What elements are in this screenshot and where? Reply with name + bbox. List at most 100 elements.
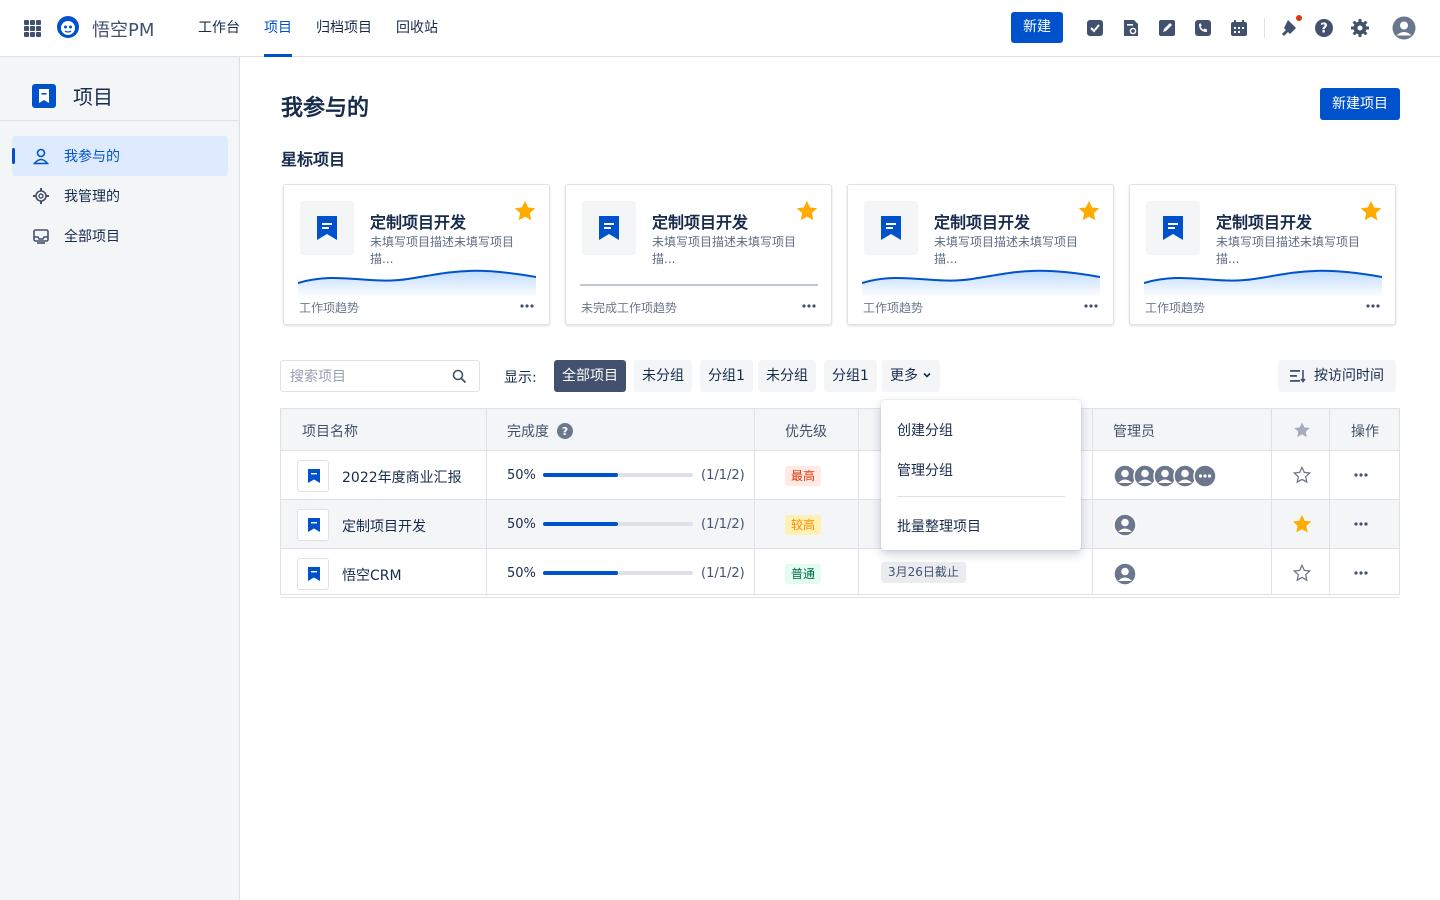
- create-button[interactable]: 新建: [1011, 12, 1063, 43]
- filter-chip-ungrouped-2[interactable]: 未分组: [758, 360, 816, 392]
- project-card[interactable]: 定制项目开发 未填写项目描述未填写项目描... 工作项趋势: [847, 184, 1114, 325]
- more-icon[interactable]: [1365, 301, 1381, 311]
- more-icon[interactable]: [801, 301, 817, 311]
- sort-button[interactable]: 按访问时间: [1278, 360, 1396, 392]
- bookmark-icon: [599, 216, 619, 240]
- column-divider: [1092, 409, 1093, 594]
- header-progress-label: 完成度: [507, 424, 549, 440]
- star-icon[interactable]: [1293, 564, 1311, 582]
- nav-workbench[interactable]: 工作台: [198, 0, 240, 57]
- phone-icon[interactable]: [1193, 18, 1213, 38]
- bookmark-icon: [881, 216, 901, 240]
- card-footer-label: 工作项趋势: [299, 301, 360, 315]
- card-description: 未填写项目描述未填写项目描...: [370, 235, 515, 266]
- filter-chip-group1[interactable]: 分组1: [700, 360, 753, 392]
- filter-chip-ungrouped[interactable]: 未分组: [634, 360, 692, 392]
- more-icon[interactable]: [1353, 519, 1369, 529]
- calendar-icon[interactable]: [1229, 18, 1249, 38]
- table-row[interactable]: 定制项目开发 50% (1/1/2) 较高: [281, 500, 1399, 549]
- admin-avatar[interactable]: [1113, 562, 1137, 586]
- user-avatar-icon[interactable]: [1392, 16, 1416, 40]
- new-project-button[interactable]: 新建项目: [1320, 88, 1400, 120]
- filter-more-button[interactable]: 更多: [882, 360, 940, 392]
- project-card[interactable]: 定制项目开发 未填写项目描述未填写项目描... 未完成工作项趋势: [565, 184, 832, 325]
- menu-item-manage-group[interactable]: 管理分组: [897, 460, 953, 480]
- search-icon[interactable]: [452, 369, 467, 384]
- trend-chart: [862, 269, 1100, 297]
- star-icon[interactable]: [797, 201, 817, 221]
- settings-icon[interactable]: [1350, 18, 1370, 38]
- star-icon[interactable]: [1079, 201, 1099, 221]
- more-icon[interactable]: [1083, 301, 1099, 311]
- more-icon[interactable]: [1353, 470, 1369, 480]
- progress-ratio: (1/1/2): [701, 517, 745, 532]
- star-header-icon: [1294, 422, 1310, 438]
- more-icon[interactable]: [1353, 568, 1369, 578]
- project-icon: [582, 201, 636, 255]
- filter-chip-group1-2[interactable]: 分组1: [824, 360, 877, 392]
- header-actions: 操作: [1351, 424, 1379, 440]
- project-icon: [297, 460, 329, 492]
- progress-bar-fill: [543, 522, 618, 526]
- app-switcher-icon[interactable]: [24, 20, 41, 37]
- more-icon[interactable]: [519, 301, 535, 311]
- note-edit-icon[interactable]: [1157, 18, 1177, 38]
- project-name[interactable]: 悟空CRM: [342, 565, 402, 585]
- help-icon[interactable]: ?: [557, 423, 574, 439]
- project-icon: [297, 509, 329, 541]
- table-row[interactable]: 2022年度商业汇报 50% (1/1/2) 最高: [281, 451, 1399, 500]
- sidebar-item-participated[interactable]: 我参与的: [12, 136, 228, 176]
- project-icon: [864, 201, 918, 255]
- sidebar-item-managed[interactable]: 我管理的: [12, 176, 228, 216]
- project-card[interactable]: 定制项目开发 未填写项目描述未填写项目描... 工作项趋势: [283, 184, 550, 325]
- progress-percent: 50%: [507, 517, 536, 532]
- menu-item-create-group[interactable]: 创建分组: [897, 420, 953, 440]
- nav-projects[interactable]: 项目: [264, 0, 292, 57]
- document-search-icon[interactable]: [1121, 18, 1141, 38]
- card-title: 定制项目开发: [934, 213, 1031, 232]
- filter-chip-all[interactable]: 全部项目: [554, 360, 626, 392]
- menu-item-batch-organize[interactable]: 批量整理项目: [897, 516, 981, 536]
- search-input[interactable]: [290, 367, 440, 387]
- svg-text:?: ?: [562, 425, 568, 438]
- card-footer-label: 未完成工作项趋势: [581, 301, 678, 315]
- project-card[interactable]: 定制项目开发 未填写项目描述未填写项目描... 工作项趋势: [1129, 184, 1396, 325]
- sidebar-item-all-projects[interactable]: 全部项目: [12, 216, 228, 256]
- card-description: 未填写项目描述未填写项目描...: [934, 235, 1079, 266]
- starred-section-title: 星标项目: [281, 150, 346, 169]
- sidebar-divider: [0, 120, 239, 121]
- column-divider: [1271, 409, 1272, 594]
- header-admins: 管理员: [1113, 424, 1155, 440]
- card-description: 未填写项目描述未填写项目描...: [1216, 235, 1361, 266]
- header-name[interactable]: 项目名称: [302, 421, 358, 441]
- admin-avatar[interactable]: [1113, 513, 1137, 537]
- project-bookmark-icon: [32, 83, 56, 108]
- inbox-icon: [33, 229, 49, 244]
- sidebar-header: 项目: [32, 81, 113, 110]
- table-row[interactable]: 悟空CRM 50% (1/1/2) 普通 3月26日截止: [281, 549, 1399, 598]
- priority-badge: 普通: [785, 564, 822, 584]
- project-name[interactable]: 定制项目开发: [342, 516, 426, 536]
- star-icon[interactable]: [1361, 201, 1381, 221]
- star-icon[interactable]: [1293, 515, 1311, 533]
- nav-archived[interactable]: 归档项目: [316, 0, 372, 57]
- sidebar-item-label: 我管理的: [64, 189, 120, 205]
- priority-badge: 较高: [785, 515, 822, 535]
- show-label: 显示:: [504, 370, 537, 386]
- bookmark-icon: [1163, 216, 1183, 240]
- notification-icon[interactable]: [1278, 18, 1298, 38]
- task-check-icon[interactable]: [1085, 18, 1105, 38]
- header-priority[interactable]: 优先级: [785, 421, 827, 441]
- user-icon: [32, 148, 50, 165]
- project-name[interactable]: 2022年度商业汇报: [342, 467, 462, 487]
- more-admins-icon[interactable]: [1193, 464, 1217, 488]
- more-label: 更多: [890, 368, 918, 384]
- sidebar-title: 项目: [73, 85, 113, 109]
- trend-chart: [580, 284, 818, 286]
- help-icon[interactable]: ?: [1314, 18, 1334, 38]
- star-icon[interactable]: [1293, 466, 1311, 484]
- sidebar-item-label: 全部项目: [64, 229, 120, 245]
- nav-trash[interactable]: 回收站: [396, 0, 438, 57]
- star-icon[interactable]: [515, 201, 535, 221]
- priority-badge: 最高: [785, 466, 822, 486]
